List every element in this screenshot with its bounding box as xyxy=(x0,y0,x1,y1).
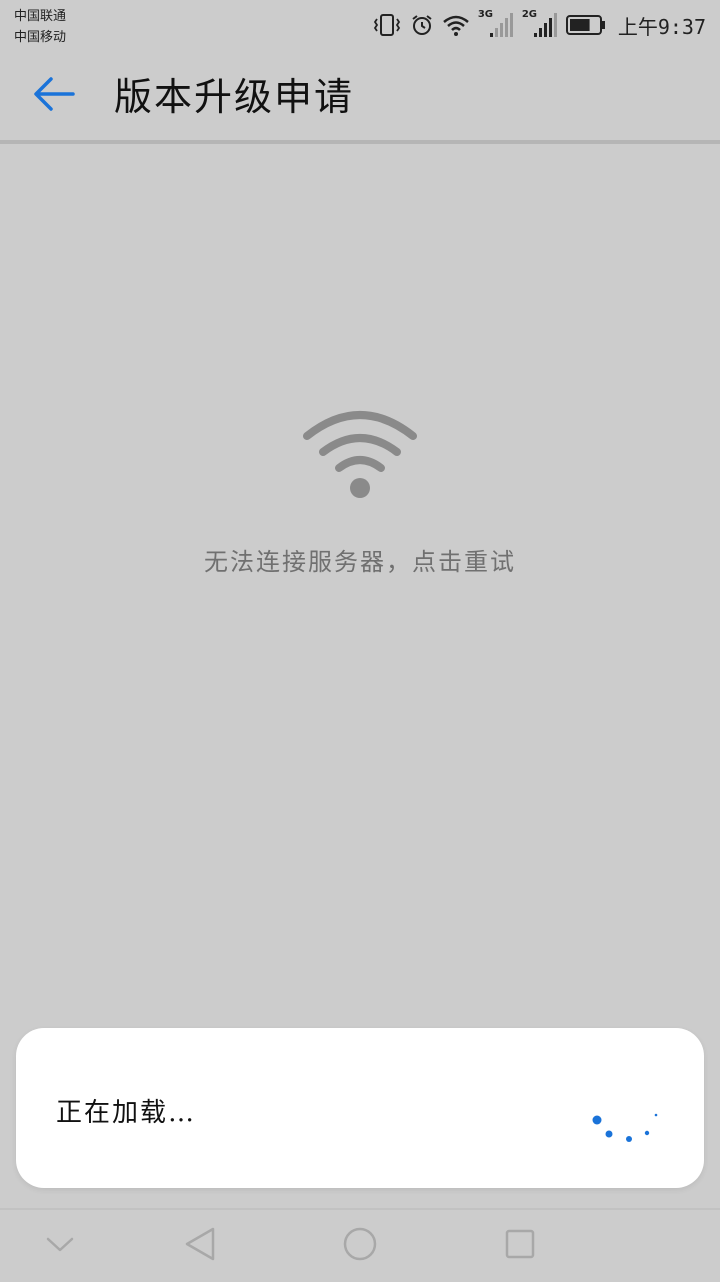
recents-button[interactable] xyxy=(475,1210,565,1282)
signal-2g-icon: 2G xyxy=(522,9,558,39)
app-bar: 版本升级申请 xyxy=(0,50,720,140)
carrier-names: 中国联通 中国移动 xyxy=(14,6,66,48)
back-button[interactable] xyxy=(28,72,80,120)
back-triangle-icon xyxy=(184,1226,216,1266)
loading-dialog: 正在加载… xyxy=(16,1028,704,1188)
nav-back-button[interactable] xyxy=(155,1210,245,1282)
wifi-status-icon xyxy=(442,13,470,37)
home-button[interactable] xyxy=(315,1210,405,1282)
navigation-bar xyxy=(0,1208,720,1282)
arrow-left-icon xyxy=(33,76,75,116)
alarm-icon xyxy=(410,13,434,37)
retry-area[interactable]: 无法连接服务器，点击重试 xyxy=(0,144,720,1024)
carrier-1: 中国联通 xyxy=(14,9,67,24)
wifi-icon xyxy=(303,406,417,500)
collapse-icon xyxy=(45,1234,75,1258)
collapse-button[interactable] xyxy=(15,1210,105,1282)
page-title: 版本升级申请 xyxy=(114,75,355,119)
vibrate-icon xyxy=(372,13,402,37)
loading-text: 正在加载… xyxy=(56,1098,197,1128)
status-icons: 3G 2G 上午9:37 xyxy=(372,8,706,42)
carrier-2: 中国移动 xyxy=(14,30,67,45)
loading-spinner-icon xyxy=(586,1106,666,1146)
recents-square-icon xyxy=(504,1228,536,1264)
status-time: 上午9:37 xyxy=(617,14,706,39)
battery-icon xyxy=(565,14,606,36)
home-circle-icon xyxy=(342,1226,378,1266)
status-bar: 中国联通 中国移动 3G 2G 上午9:37 xyxy=(0,0,720,50)
signal-3g-icon: 3G xyxy=(478,9,514,39)
error-message[interactable]: 无法连接服务器，点击重试 xyxy=(0,542,720,577)
